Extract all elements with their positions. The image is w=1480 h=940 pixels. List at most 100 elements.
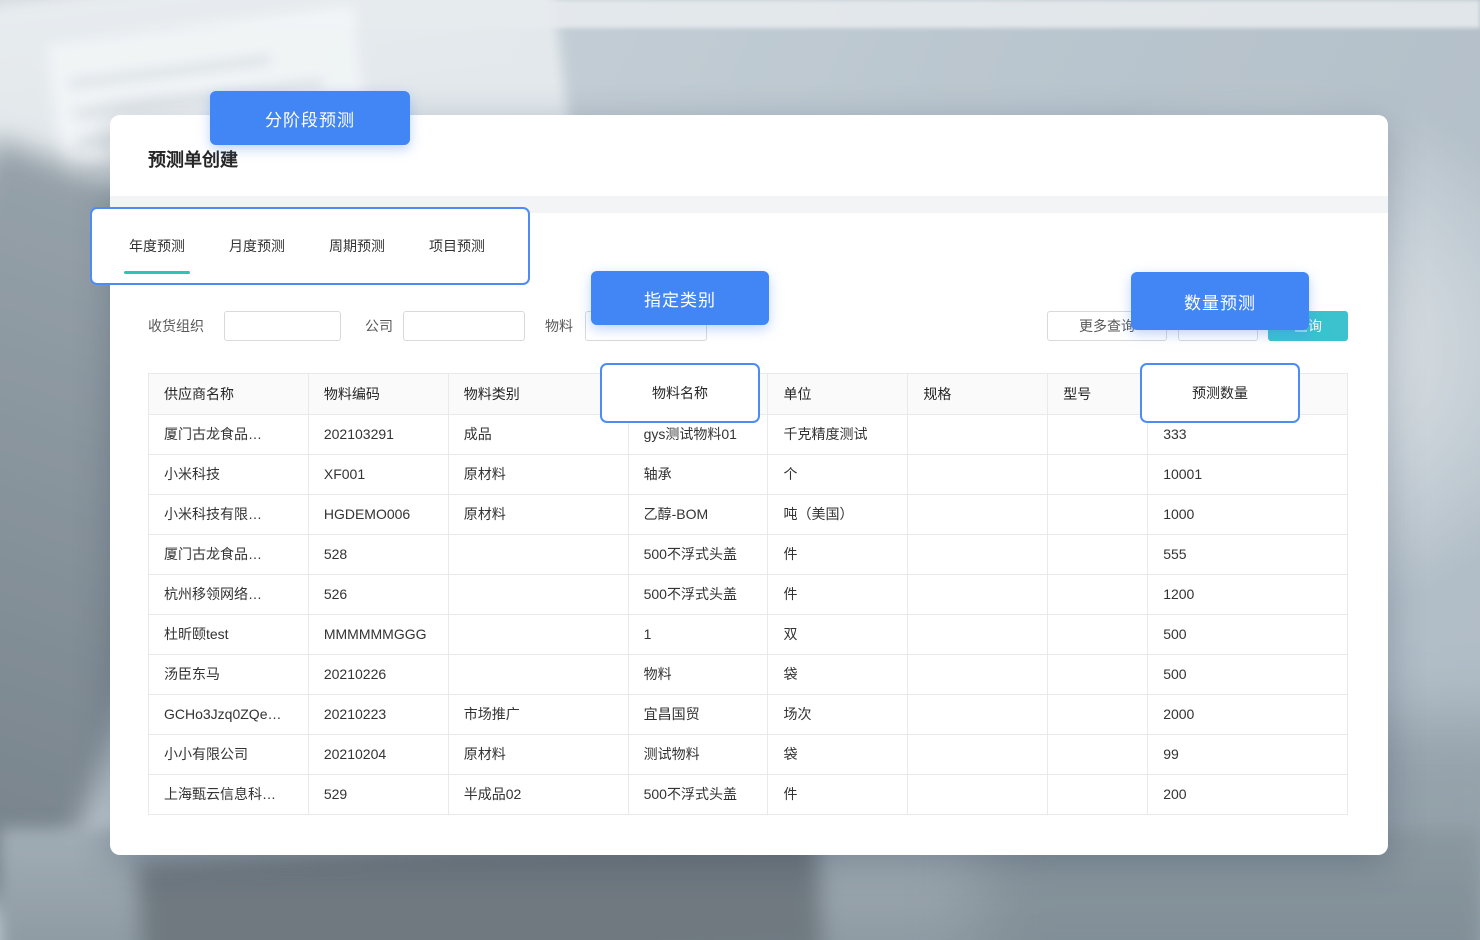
table-cell	[1048, 735, 1148, 775]
table-body: 厦门古龙食品…202103291成品gys测试物料01千克精度测试333小米科技…	[149, 415, 1348, 815]
table-cell: XF001	[309, 455, 449, 495]
table-cell	[908, 775, 1048, 815]
table-cell: HGDEMO006	[309, 495, 449, 535]
table-cell: 袋	[768, 655, 908, 695]
table-cell: 乙醇-BOM	[629, 495, 769, 535]
table-cell: 500	[1148, 615, 1348, 655]
quantity-forecast-callout: 数量预测	[1131, 272, 1309, 330]
tab-annual-forecast[interactable]: 年度预测	[129, 230, 185, 262]
tab-project-forecast[interactable]: 项目预测	[429, 230, 485, 262]
table-cell: 529	[309, 775, 449, 815]
table-row[interactable]: 厦门古龙食品…528 500不浮式头盖件 555	[149, 535, 1348, 575]
table-cell: 原材料	[449, 735, 629, 775]
table-cell: 500不浮式头盖	[629, 535, 769, 575]
table-cell: 吨（美国）	[768, 495, 908, 535]
company-label: 公司	[365, 311, 393, 341]
table-cell: 528	[309, 535, 449, 575]
table-row[interactable]: 小米科技有限…HGDEMO006原材料乙醇-BOM吨（美国）1000	[149, 495, 1348, 535]
table-cell	[449, 655, 629, 695]
table-cell	[908, 735, 1048, 775]
table-cell: 厦门古龙食品…	[149, 415, 309, 455]
table-row[interactable]: 上海甄云信息科…529半成品02500不浮式头盖件200	[149, 775, 1348, 815]
table-cell	[1048, 535, 1148, 575]
table-cell	[908, 655, 1048, 695]
table-cell: 1200	[1148, 575, 1348, 615]
table-cell: 袋	[768, 735, 908, 775]
table-cell	[908, 415, 1048, 455]
table-cell	[1048, 575, 1148, 615]
table-cell: 上海甄云信息科…	[149, 775, 309, 815]
table-cell: 500	[1148, 655, 1348, 695]
page-title: 预测单创建	[148, 146, 238, 172]
material-label: 物料	[545, 311, 573, 341]
table-cell: 小米科技	[149, 455, 309, 495]
table-cell	[1048, 495, 1148, 535]
table-cell	[449, 615, 629, 655]
table-cell	[1048, 775, 1148, 815]
table-cell: 测试物料	[629, 735, 769, 775]
screen: 预测单创建 年度预测 月度预测 周期预测 项目预测 收货组织 公司 物料 更多查…	[0, 0, 1480, 940]
table-cell: 宜昌国贸	[629, 695, 769, 735]
tab-monthly-forecast[interactable]: 月度预测	[229, 230, 285, 262]
table-cell: 件	[768, 535, 908, 575]
table-cell	[908, 695, 1048, 735]
table-cell: 526	[309, 575, 449, 615]
table-cell: 半成品02	[449, 775, 629, 815]
table-cell	[1048, 655, 1148, 695]
table-cell	[1048, 695, 1148, 735]
table-cell: 场次	[768, 695, 908, 735]
table-cell: 件	[768, 775, 908, 815]
column-header: 单位	[768, 374, 908, 415]
table-cell: 双	[768, 615, 908, 655]
background-menu-strip	[0, 0, 1480, 28]
receiving-org-input[interactable]	[224, 311, 341, 341]
column-header: 物料编码	[309, 374, 449, 415]
table-cell: 2000	[1148, 695, 1348, 735]
table-cell: 1	[629, 615, 769, 655]
table-cell	[1048, 455, 1148, 495]
table-cell	[908, 575, 1048, 615]
table-cell: 555	[1148, 535, 1348, 575]
table-row[interactable]: 小米科技XF001原材料轴承个 10001	[149, 455, 1348, 495]
tab-period-forecast[interactable]: 周期预测	[329, 230, 385, 262]
forecast-table: 供应商名称物料编码物料类别物料名称单位规格型号预测数量 厦门古龙食品…20210…	[148, 373, 1348, 815]
table-cell: GCHo3Jzq0ZQe…	[149, 695, 309, 735]
table-cell: 500不浮式头盖	[629, 575, 769, 615]
column-header: 规格	[908, 374, 1048, 415]
table-cell: 202103291	[309, 415, 449, 455]
table-row[interactable]: 杜昕颐testMMMMMMGGG1双500	[149, 615, 1348, 655]
table-cell: 原材料	[449, 455, 629, 495]
table-row[interactable]: GCHo3Jzq0ZQe…20210223市场推广宜昌国贸场次 2000	[149, 695, 1348, 735]
table-cell: 杜昕颐test	[149, 615, 309, 655]
table-cell: 市场推广	[449, 695, 629, 735]
table-cell: 小小有限公司	[149, 735, 309, 775]
tabs-highlight-box: 年度预测 月度预测 周期预测 项目预测	[90, 207, 530, 285]
table-cell	[908, 495, 1048, 535]
table-cell: 原材料	[449, 495, 629, 535]
table-cell: 20210223	[309, 695, 449, 735]
table-cell: 个	[768, 455, 908, 495]
table-cell	[908, 455, 1048, 495]
table-cell: 500不浮式头盖	[629, 775, 769, 815]
table-cell	[908, 615, 1048, 655]
table-row[interactable]: 小小有限公司20210204原材料测试物料袋99	[149, 735, 1348, 775]
table-cell: 汤臣东马	[149, 655, 309, 695]
table-cell: 厦门古龙食品…	[149, 535, 309, 575]
table-cell	[908, 535, 1048, 575]
material-name-highlight-box: 物料名称	[600, 363, 760, 423]
table-cell: 20210226	[309, 655, 449, 695]
table-cell	[449, 575, 629, 615]
table-row[interactable]: 汤臣东马20210226 物料袋 500	[149, 655, 1348, 695]
table-cell: 10001	[1148, 455, 1348, 495]
table-cell: 物料	[629, 655, 769, 695]
table-cell	[1048, 415, 1148, 455]
specify-category-callout: 指定类别	[591, 271, 769, 325]
column-header: 型号	[1048, 374, 1148, 415]
table-row[interactable]: 杭州移领网络…526500不浮式头盖件1200	[149, 575, 1348, 615]
table-cell: 轴承	[629, 455, 769, 495]
table-cell: 小米科技有限…	[149, 495, 309, 535]
forecast-qty-highlight-box: 预测数量	[1140, 363, 1300, 423]
table-cell	[1048, 615, 1148, 655]
company-input[interactable]	[403, 311, 525, 341]
table-cell: 99	[1148, 735, 1348, 775]
